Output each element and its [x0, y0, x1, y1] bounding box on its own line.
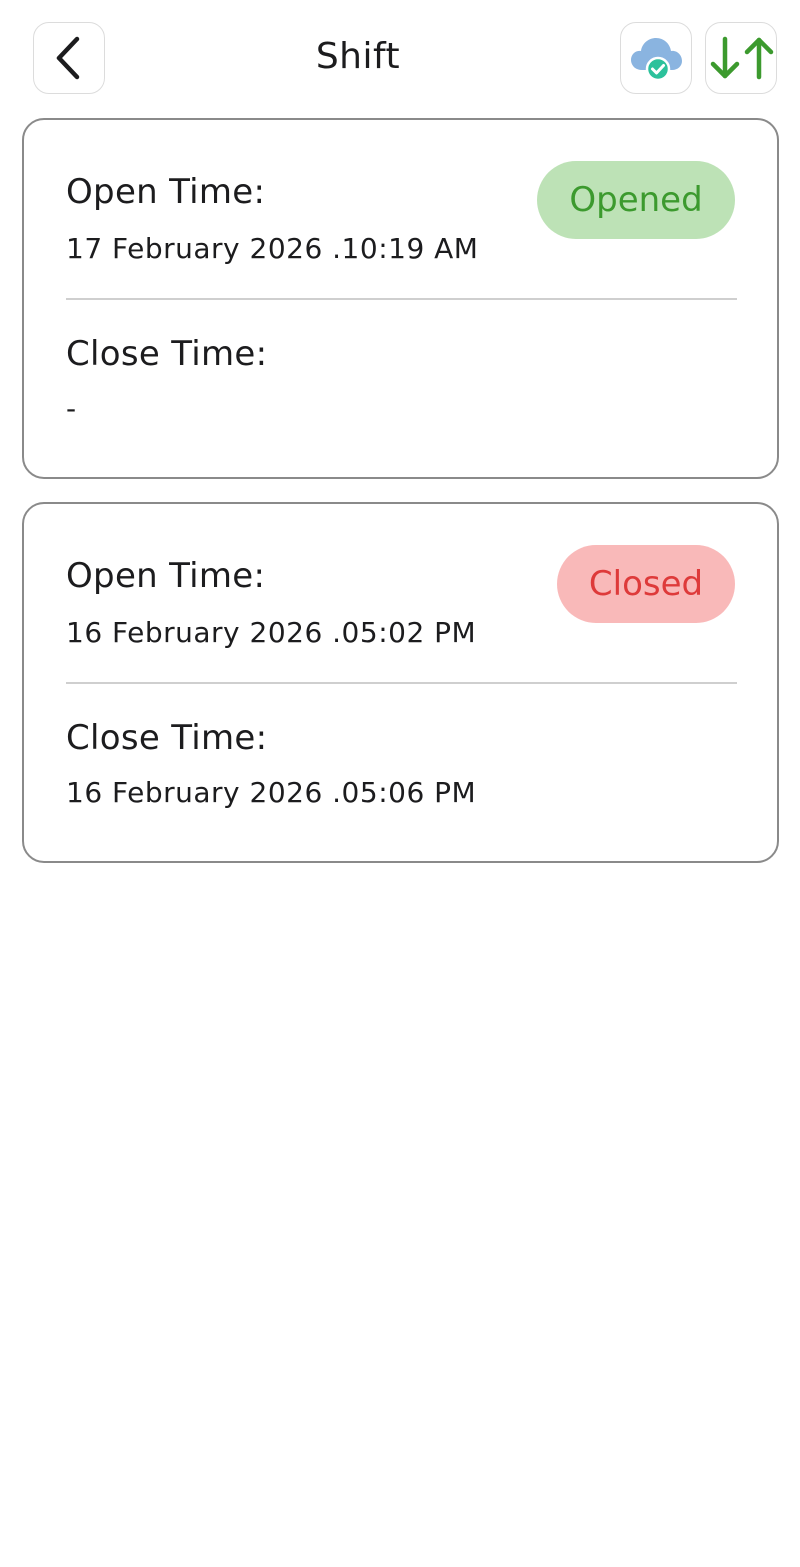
sync-button[interactable]: [620, 22, 692, 94]
close-time-label: Close Time:: [66, 718, 268, 758]
open-time-value: 17 February 2026 .10:19 AM: [66, 232, 479, 265]
divider: [66, 298, 737, 300]
close-time-label: Close Time:: [66, 334, 268, 374]
open-time-value: 16 February 2026 .05:02 PM: [66, 616, 477, 649]
status-badge: Closed: [557, 545, 735, 623]
top-bar: Shift: [0, 0, 800, 118]
close-time-value: 16 February 2026 .05:06 PM: [66, 776, 477, 809]
status-badge: Opened: [537, 161, 735, 239]
divider: [66, 682, 737, 684]
page-title: Shift: [315, 36, 401, 77]
open-time-label: Open Time:: [66, 172, 266, 212]
sort-button[interactable]: [705, 22, 777, 94]
sort-arrows-icon: [710, 36, 774, 80]
shift-card[interactable]: Open Time: 16 February 2026 .05:02 PM Cl…: [22, 502, 779, 863]
cloud-check-icon: [631, 38, 682, 82]
shift-card[interactable]: Open Time: 17 February 2026 .10:19 AM Op…: [22, 118, 779, 479]
close-time-value: -: [66, 392, 77, 425]
open-time-label: Open Time:: [66, 556, 266, 596]
